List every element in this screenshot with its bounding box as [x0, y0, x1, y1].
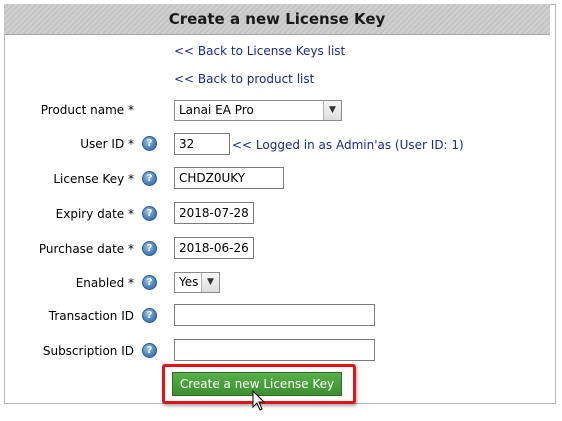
product-name-label: Product name * — [40, 103, 134, 117]
enabled-label: Enabled * — [75, 276, 134, 290]
transaction-id-field[interactable] — [174, 304, 375, 326]
purchase-date-field[interactable]: 2018-06-26 — [174, 237, 254, 259]
subscription-id-label: Subscription ID — [42, 344, 134, 358]
chevron-down-icon[interactable]: ▼ — [323, 101, 341, 120]
enabled-value: Yes — [179, 275, 199, 289]
question-mark-help-icon[interactable]: ? — [142, 308, 157, 323]
logged-in-note: << Logged in as Admin'as (User ID: 1) — [232, 138, 464, 152]
product-name-value: Lanai EA Pro — [179, 103, 254, 117]
question-mark-help-icon[interactable]: ? — [142, 206, 157, 221]
transaction-id-label: Transaction ID — [48, 309, 134, 323]
enabled-select[interactable]: Yes ▼ — [174, 272, 220, 293]
user-id-label: User ID * — [80, 137, 134, 151]
question-mark-help-icon[interactable]: ? — [142, 136, 157, 151]
user-id-field[interactable]: 32 — [174, 133, 230, 155]
license-key-label: License Key * — [53, 172, 134, 186]
expiry-date-label: Expiry date * — [55, 207, 134, 221]
question-mark-help-icon[interactable]: ? — [142, 241, 157, 256]
question-mark-help-icon[interactable]: ? — [142, 343, 157, 358]
mouse-pointer-icon — [252, 390, 266, 411]
purchase-date-label: Purchase date * — [38, 242, 134, 256]
question-mark-help-icon[interactable]: ? — [142, 275, 157, 290]
subscription-id-field[interactable] — [174, 339, 375, 361]
license-key-field[interactable]: CHDZ0UKY — [174, 167, 284, 189]
back-to-license-keys-link[interactable]: << Back to License Keys list — [174, 44, 345, 58]
chevron-down-icon[interactable]: ▼ — [201, 273, 219, 292]
back-to-product-list-link[interactable]: << Back to product list — [174, 72, 314, 86]
expiry-date-field[interactable]: 2018-07-28 — [174, 202, 254, 224]
page-title-text: Create a new License Key — [168, 10, 386, 28]
product-name-select[interactable]: Lanai EA Pro ▼ — [174, 100, 342, 121]
question-mark-help-icon[interactable]: ? — [142, 171, 157, 186]
page-title: Create a new License Key — [4, 4, 550, 35]
